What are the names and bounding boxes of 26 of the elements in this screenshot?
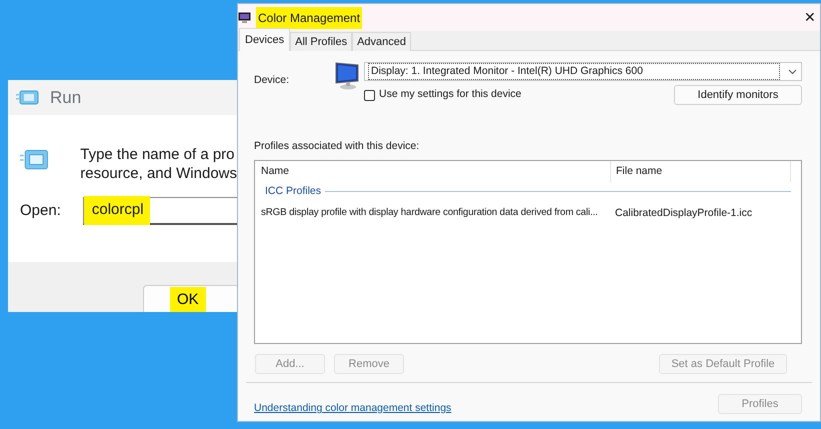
identify-monitors-button[interactable]: Identify monitors	[674, 85, 802, 105]
column-header: Name	[255, 160, 611, 182]
use-my-settings-checkbox[interactable]: Use my settings for this device	[364, 87, 522, 103]
section-label: Profiles associated with this device:	[254, 139, 420, 154]
tab[interactable]: Advanced	[352, 32, 412, 51]
close-button[interactable]: ✕	[804, 7, 816, 28]
open-label: Open:	[20, 200, 61, 221]
table-cell-text: CalibratedDisplayProfile-1.icc	[614, 206, 752, 221]
message-text: resource, and Windows	[80, 164, 237, 183]
window-title: Color Management	[256, 6, 362, 28]
table-cell-text: sRGB display profile with display hardware configuration data derived from cali...	[260, 206, 599, 220]
device-dropdown[interactable]: Display: 1. Integrated Monitor - Intel(R) UHD Graphics 600	[364, 62, 802, 81]
group-header: ICC Profiles	[265, 184, 322, 199]
column-header: File name	[611, 160, 791, 182]
run-icon	[16, 90, 40, 106]
help-link[interactable]: Understanding color management settings	[254, 401, 452, 417]
device-label: Device:	[254, 73, 290, 88]
chevron-down-icon	[788, 68, 797, 74]
window-title: Run	[50, 86, 82, 109]
open-field[interactable]: colorcpl	[82, 197, 237, 225]
message-text: Type the name of a pro	[80, 145, 236, 164]
monitor-icon	[334, 62, 360, 90]
ok-button[interactable]: OK	[143, 285, 237, 312]
monitor-icon	[238, 12, 251, 24]
tab[interactable]: Devices	[239, 28, 290, 51]
tab[interactable]: All Profiles	[290, 32, 352, 51]
